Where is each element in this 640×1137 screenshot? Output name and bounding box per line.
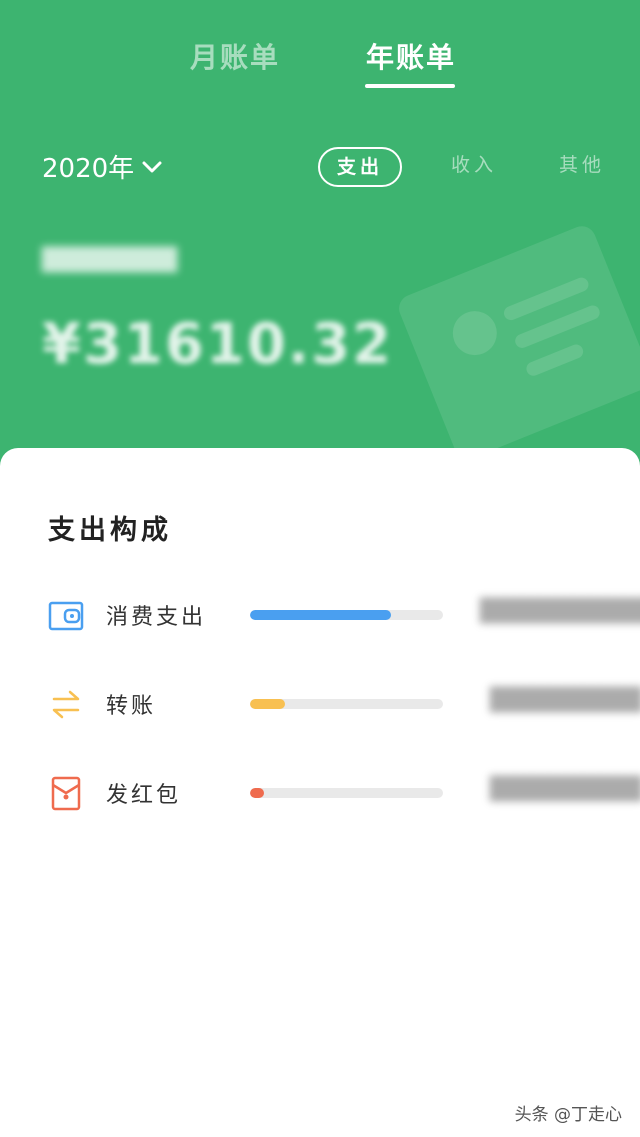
summary-label-redacted: ████████ [42,248,178,273]
transfer-icon [52,690,80,719]
amount-redacted: █████████ [490,688,640,713]
wallet-icon [48,601,84,631]
progress-fill [250,788,264,798]
bill-type-tabs: 支出 收入 其他 [0,147,640,187]
tab-month-bill[interactable]: 月账单 [190,36,280,76]
tab-year-bill[interactable]: 年账单 [366,36,456,76]
red-envelope-icon [51,776,81,811]
decorative-line [524,342,586,378]
progress-fill [250,610,391,620]
decorative-card-illustration [394,222,640,463]
breakdown-label: 消费支出 [106,605,207,630]
breakdown-label: 转账 [106,694,157,719]
decorative-circle [446,304,504,362]
breakdown-label: 发红包 [106,783,182,808]
progress-bar [250,699,443,709]
bill-period-tabs: 月账单 年账单 [0,30,640,90]
watermark-text: 头条 @丁走心 [514,1105,622,1125]
progress-fill [250,699,285,709]
tab-other[interactable]: 其他 [552,147,612,183]
amount-redacted: █████████ [490,777,640,802]
section-title: 支出构成 [48,515,172,546]
amount-redacted: ██████████ [480,599,640,624]
active-tab-indicator [365,84,455,88]
breakdown-row-transfer[interactable]: 转账 █████████ [0,680,640,730]
progress-bar [250,788,443,798]
progress-bar [250,610,443,620]
total-amount-redacted: ¥31610.32 [42,312,393,377]
breakdown-row-consumption[interactable]: 消费支出 ██████████ [0,591,640,641]
tab-expense[interactable]: 支出 [318,147,402,187]
breakdown-row-red-envelope[interactable]: 发红包 █████████ [0,769,640,819]
breakdown-panel: 支出构成 消费支出 ██████████ 转账 █████████ 发红包 ██… [0,448,640,1137]
header-banner: 月账单 年账单 2020年 支出 收入 其他 ████████ ¥31610.3… [0,0,640,470]
tab-income[interactable]: 收入 [444,147,504,183]
